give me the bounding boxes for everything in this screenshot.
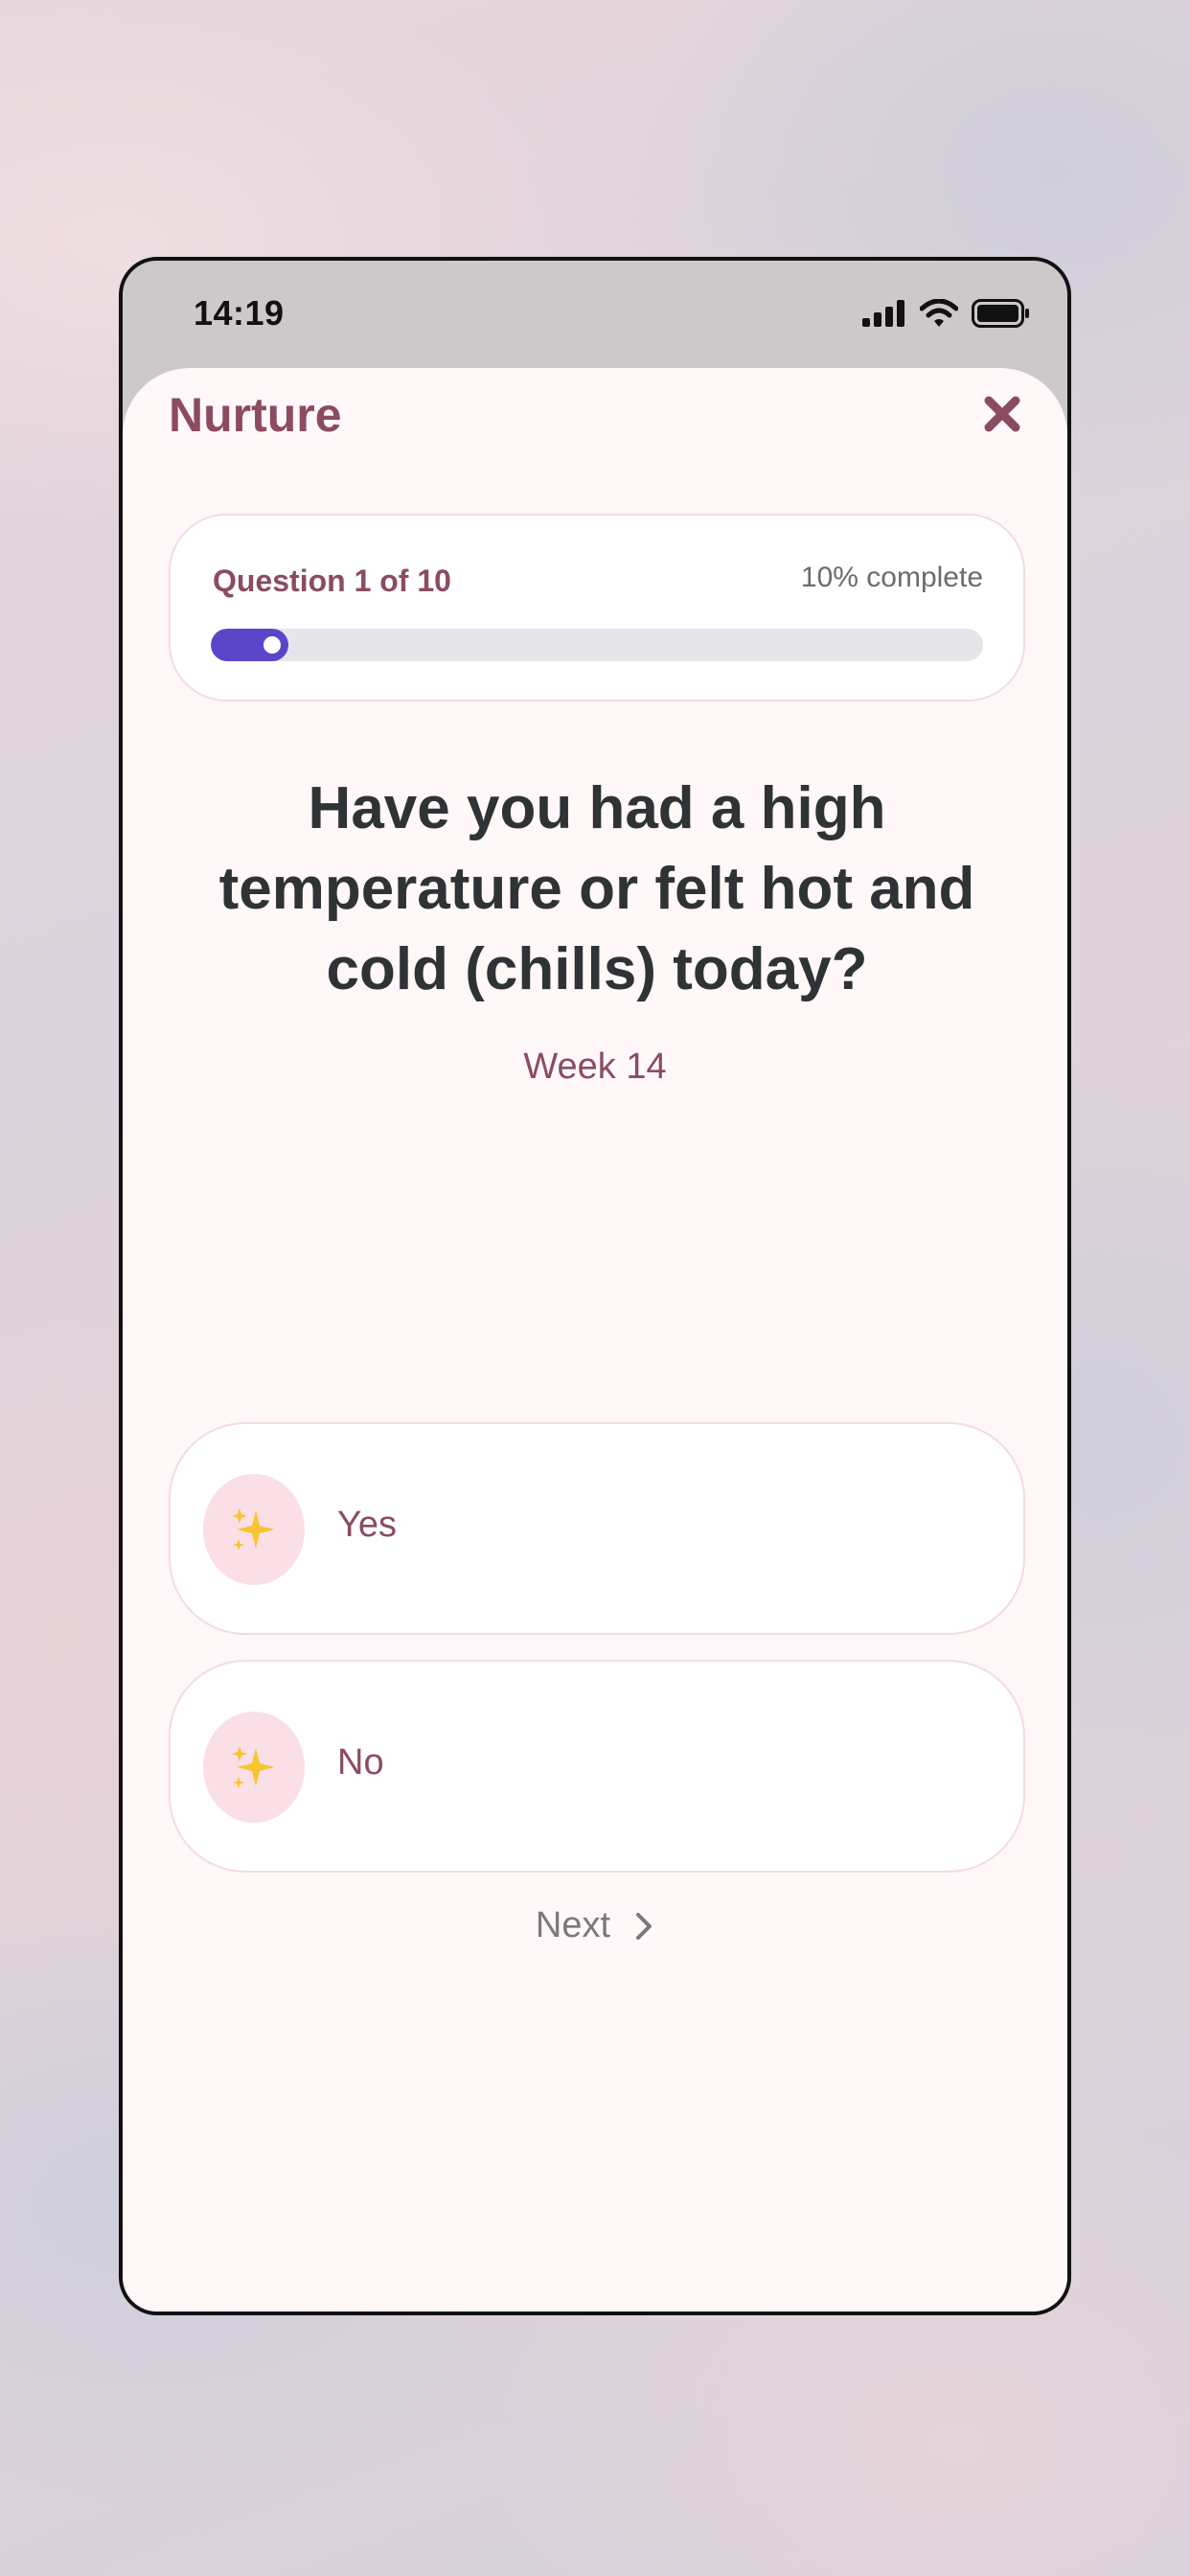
status-time: 14:19 [194,293,285,333]
option-icon-badge [203,1712,305,1823]
week-label: Week 14 [523,1046,667,1087]
answer-option-no[interactable]: No [169,1660,1025,1873]
option-label: No [337,1742,384,1782]
sparkles-icon [232,1746,275,1788]
progress-percent: 10% complete [800,562,983,593]
close-icon [984,396,1020,432]
question-text: Have you had a high temperature or felt … [218,775,975,1002]
progress-bar-fill [211,629,288,661]
close-button[interactable] [981,393,1023,435]
answer-option-yes[interactable]: Yes [169,1422,1025,1635]
next-button[interactable]: Next [123,1905,1067,1946]
app-title: Nurture [169,388,342,442]
quiz-sheet: Nurture Question 1 of 10 10% complete Ha… [123,368,1067,2312]
phone-frame: 14:19 Nurture Question 1 of 10 10% compl… [119,257,1071,2315]
cellular-signal-icon [862,300,904,327]
wifi-icon [920,299,958,327]
chevron-right-icon [636,1912,652,1940]
option-icon-badge [203,1474,305,1585]
option-label: Yes [337,1505,397,1545]
progress-knob [263,636,281,654]
question-counter: Question 1 of 10 [213,564,451,598]
status-bar: 14:19 [123,261,1067,366]
sparkles-icon [232,1508,275,1551]
battery-icon [972,299,1029,328]
progress-card: Question 1 of 10 10% complete [169,514,1025,702]
next-label: Next [535,1905,611,1945]
progress-bar [211,629,983,661]
status-icons [862,299,1031,328]
